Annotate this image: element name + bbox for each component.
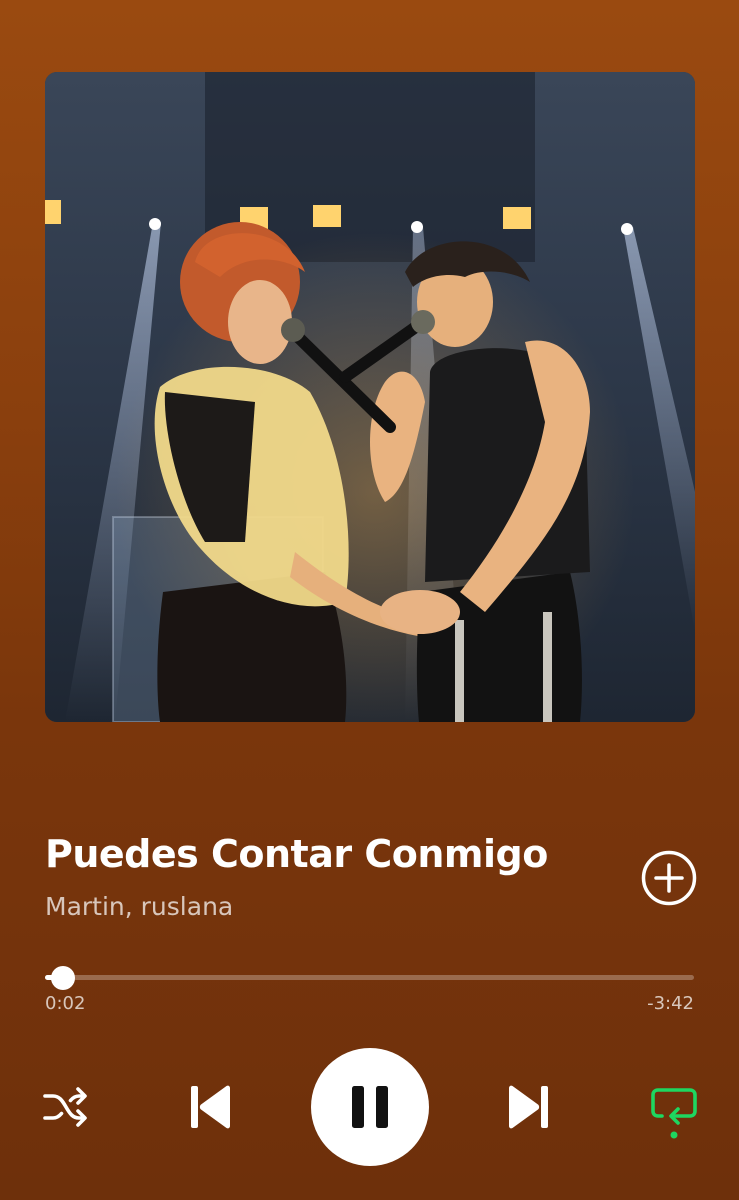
skip-next-icon: [509, 1085, 548, 1129]
track-artists[interactable]: Martin, ruslana: [45, 892, 233, 921]
repeat-icon: [651, 1088, 697, 1139]
repeat-button[interactable]: [648, 1082, 700, 1140]
progress-handle[interactable]: [51, 966, 75, 990]
elapsed-time: 0:02: [45, 993, 86, 1014]
plus-circle-icon: [641, 850, 697, 906]
add-to-library-button[interactable]: [640, 849, 698, 907]
skip-previous-icon: [191, 1085, 230, 1129]
shuffle-icon: [43, 1087, 87, 1127]
album-art-image: [45, 72, 695, 722]
progress-track: [45, 975, 694, 980]
next-track-button[interactable]: [503, 1082, 553, 1132]
progress-bar[interactable]: [45, 965, 694, 990]
pause-icon: [352, 1086, 388, 1128]
pause-button[interactable]: [311, 1048, 429, 1166]
album-art: [45, 72, 695, 722]
remaining-time: -3:42: [647, 993, 694, 1014]
shuffle-button[interactable]: [42, 1085, 90, 1129]
previous-track-button[interactable]: [186, 1082, 236, 1132]
repeat-active-dot: [670, 1131, 678, 1139]
track-title: Puedes Contar Conmigo: [45, 832, 548, 876]
